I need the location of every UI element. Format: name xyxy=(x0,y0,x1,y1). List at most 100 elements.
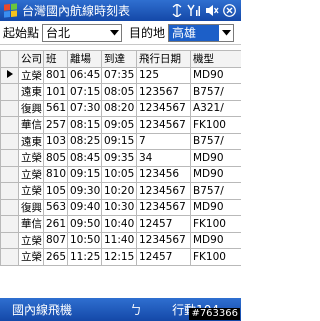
cell-days[interactable]: 12457 xyxy=(136,215,191,233)
cell-days[interactable]: 125 xyxy=(136,66,191,84)
table-row[interactable]: 復興 561 07:30 08:20 1234567 A321/ xyxy=(0,99,241,117)
input-panel-button[interactable]: ㄅ xyxy=(100,301,172,318)
cell-arrival[interactable]: 10:40 xyxy=(101,215,137,233)
cell-departure[interactable]: 08:15 xyxy=(67,116,102,134)
cell-company[interactable]: 立榮 xyxy=(18,165,44,183)
cell-company[interactable]: 立榮 xyxy=(18,149,44,167)
cell-aircraft[interactable]: MD90 xyxy=(190,231,241,249)
cell-aircraft[interactable]: B757/ xyxy=(190,83,241,101)
table-row[interactable]: 遠東 103 08:25 09:15 7 B757/ xyxy=(0,132,241,150)
cell-days[interactable]: 1234567 xyxy=(136,99,191,117)
cell-arrival[interactable]: 10:05 xyxy=(101,165,137,183)
schedule-grid[interactable]: 公司 班 離場 到達 飛行日期 機型 立榮 801 06:45 07:35 125 MD9… xyxy=(0,50,241,298)
table-row[interactable]: 復興 563 09:40 10:30 1234567 MD90 xyxy=(0,198,241,216)
cell-aircraft[interactable]: FK100 xyxy=(190,215,241,233)
row-header[interactable] xyxy=(0,182,19,200)
cell-days[interactable]: 123567 xyxy=(136,83,191,101)
cell-aircraft[interactable]: A321/ xyxy=(190,99,241,117)
row-header[interactable] xyxy=(0,248,19,266)
cell-arrival[interactable]: 07:35 xyxy=(101,66,137,84)
column-header-arrival[interactable]: 到達 xyxy=(101,50,137,68)
cell-company[interactable]: 遠東 xyxy=(18,83,44,101)
cell-days[interactable]: 123456 xyxy=(136,165,191,183)
cell-flight[interactable]: 257 xyxy=(43,116,68,134)
cell-flight[interactable]: 103 xyxy=(43,132,68,150)
column-header-days[interactable]: 飛行日期 xyxy=(136,50,191,68)
cell-flight[interactable]: 805 xyxy=(43,149,68,167)
origin-select[interactable]: 台北 xyxy=(42,23,123,42)
cell-arrival[interactable]: 11:40 xyxy=(101,231,137,249)
cell-flight[interactable]: 265 xyxy=(43,248,68,266)
destination-select[interactable]: 高雄 xyxy=(168,23,235,42)
cell-arrival[interactable]: 09:15 xyxy=(101,132,137,150)
cell-arrival[interactable]: 10:30 xyxy=(101,198,137,216)
cell-flight[interactable]: 101 xyxy=(43,83,68,101)
cell-arrival[interactable]: 10:20 xyxy=(101,182,137,200)
current-row-marker[interactable] xyxy=(0,66,19,84)
row-header[interactable] xyxy=(0,116,19,134)
cell-company[interactable]: 遠東 xyxy=(18,132,44,150)
cell-company[interactable]: 立榮 xyxy=(18,182,44,200)
row-header[interactable] xyxy=(0,231,19,249)
table-row[interactable]: 立榮 801 06:45 07:35 125 MD90 xyxy=(0,66,241,84)
row-header[interactable] xyxy=(0,83,19,101)
cell-days[interactable]: 1234567 xyxy=(136,198,191,216)
table-row[interactable]: 立榮 265 11:25 12:15 12457 FK100 xyxy=(0,248,241,266)
cell-departure[interactable]: 10:50 xyxy=(67,231,102,249)
cell-aircraft[interactable]: B757/ xyxy=(190,182,241,200)
cell-departure[interactable]: 06:45 xyxy=(67,66,102,84)
cell-departure[interactable]: 07:30 xyxy=(67,99,102,117)
signal-icon[interactable] xyxy=(187,4,201,17)
cell-flight[interactable]: 561 xyxy=(43,99,68,117)
cell-days[interactable]: 7 xyxy=(136,132,191,150)
cell-company[interactable]: 立榮 xyxy=(18,231,44,249)
cell-company[interactable]: 立榮 xyxy=(18,66,44,84)
row-header[interactable] xyxy=(0,99,19,117)
column-header-departure[interactable]: 離場 xyxy=(67,50,102,68)
cell-aircraft[interactable]: MD90 xyxy=(190,149,241,167)
softkey-left[interactable]: 國內線飛機 xyxy=(0,301,100,318)
column-header-company[interactable]: 公司 xyxy=(18,50,44,68)
cell-days[interactable]: 1234567 xyxy=(136,116,191,134)
column-header-aircraft[interactable]: 機型 xyxy=(190,50,241,68)
cell-arrival[interactable]: 12:15 xyxy=(101,248,137,266)
table-row[interactable]: 遠東 101 07:15 08:05 123567 B757/ xyxy=(0,83,241,101)
row-header[interactable] xyxy=(0,215,19,233)
cell-arrival[interactable]: 09:35 xyxy=(101,149,137,167)
cell-arrival[interactable]: 08:05 xyxy=(101,83,137,101)
cell-arrival[interactable]: 08:20 xyxy=(101,99,137,117)
cell-departure[interactable]: 08:45 xyxy=(67,149,102,167)
cell-departure[interactable]: 08:25 xyxy=(67,132,102,150)
chevron-down-icon[interactable] xyxy=(107,25,121,41)
row-header[interactable] xyxy=(0,132,19,150)
cell-departure[interactable]: 09:40 xyxy=(67,198,102,216)
volume-muted-icon[interactable] xyxy=(205,4,219,17)
cell-flight[interactable]: 105 xyxy=(43,182,68,200)
cell-arrival[interactable]: 09:05 xyxy=(101,116,137,134)
cell-aircraft[interactable]: MD90 xyxy=(190,66,241,84)
connectivity-icon[interactable] xyxy=(171,4,183,17)
cell-departure[interactable]: 11:25 xyxy=(67,248,102,266)
cell-aircraft[interactable]: FK100 xyxy=(190,248,241,266)
cell-flight[interactable]: 261 xyxy=(43,215,68,233)
cell-flight[interactable]: 810 xyxy=(43,165,68,183)
table-row[interactable]: 立榮 105 09:30 10:20 1234567 B757/ xyxy=(0,182,241,200)
table-row[interactable]: 立榮 810 09:15 10:05 123456 MD90 xyxy=(0,165,241,183)
cell-company[interactable]: 華信 xyxy=(18,116,44,134)
column-header-flight[interactable]: 班 xyxy=(43,50,68,68)
cell-flight[interactable]: 807 xyxy=(43,231,68,249)
row-header[interactable] xyxy=(0,149,19,167)
start-menu-button[interactable] xyxy=(0,0,20,21)
table-row[interactable]: 華信 261 09:50 10:40 12457 FK100 xyxy=(0,215,241,233)
table-row[interactable]: 華信 257 08:15 09:05 1234567 FK100 xyxy=(0,116,241,134)
cell-flight[interactable]: 801 xyxy=(43,66,68,84)
cell-aircraft[interactable]: B757/ xyxy=(190,132,241,150)
row-header[interactable] xyxy=(0,198,19,216)
row-header[interactable] xyxy=(0,165,19,183)
cell-days[interactable]: 1234567 xyxy=(136,231,191,249)
close-icon[interactable] xyxy=(223,4,236,17)
cell-aircraft[interactable]: MD90 xyxy=(190,198,241,216)
chevron-down-icon[interactable] xyxy=(219,25,233,41)
cell-days[interactable]: 1234567 xyxy=(136,182,191,200)
cell-company[interactable]: 復興 xyxy=(18,99,44,117)
